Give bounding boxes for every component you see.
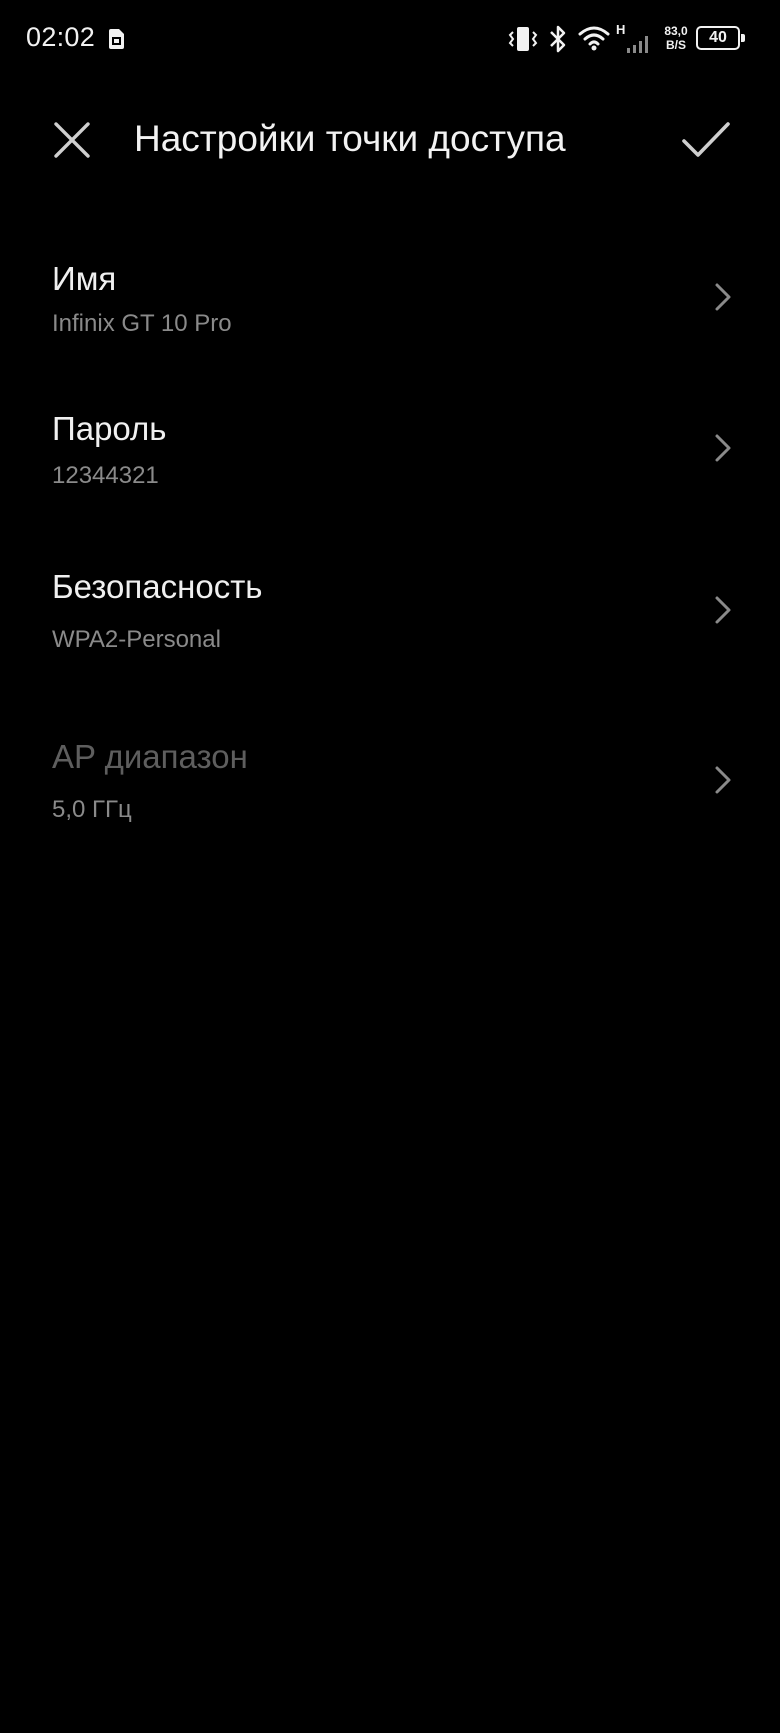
chevron-right-icon xyxy=(715,596,731,624)
setting-value: 5,0 ГГц xyxy=(52,796,132,823)
setting-label: Имя xyxy=(52,260,117,297)
sim-card-icon xyxy=(109,29,124,49)
setting-label: Безопасность xyxy=(52,568,263,605)
close-icon xyxy=(54,122,90,158)
vibrate-icon xyxy=(508,27,538,51)
setting-label: Пароль xyxy=(52,410,167,447)
chevron-right-icon xyxy=(715,434,731,462)
title-bar: Настройки точки доступа xyxy=(0,100,780,180)
setting-item-name[interactable]: Имя Infinix GT 10 Pro xyxy=(0,240,780,370)
setting-item-ap-band[interactable]: AP диапазон 5,0 ГГц xyxy=(0,720,780,850)
setting-label: AP диапазон xyxy=(52,738,248,775)
close-button[interactable] xyxy=(48,116,96,164)
screen: 02:02 H 83,0 B/S 40 Настройки точки дост… xyxy=(0,0,780,1733)
setting-item-security[interactable]: Безопасность WPA2-Personal xyxy=(0,550,780,680)
page-title: Настройки точки доступа xyxy=(134,118,566,159)
chevron-right-icon xyxy=(715,283,731,311)
mobile-signal: H xyxy=(616,22,652,54)
setting-value: Infinix GT 10 Pro xyxy=(52,310,232,337)
wifi-icon xyxy=(578,26,610,51)
status-time: 02:02 xyxy=(26,22,96,52)
setting-item-password[interactable]: Пароль 12344321 xyxy=(0,392,780,522)
network-speed-value: 83,0 xyxy=(664,24,688,38)
chevron-right-icon xyxy=(715,766,731,794)
network-type-label: H xyxy=(616,22,626,37)
setting-value: WPA2-Personal xyxy=(52,626,221,653)
confirm-button[interactable] xyxy=(678,114,734,166)
network-speed-unit: B/S xyxy=(665,38,686,52)
battery-tip xyxy=(741,34,745,42)
setting-value: 12344321 xyxy=(52,462,159,489)
battery-level: 40 xyxy=(709,29,727,46)
signal-icon xyxy=(627,36,648,53)
bluetooth-icon xyxy=(550,25,566,53)
battery-icon: 40 xyxy=(696,26,746,50)
check-icon xyxy=(682,122,730,157)
network-speed: 83,0 B/S xyxy=(660,24,692,58)
status-bar: 02:02 H 83,0 B/S 40 xyxy=(0,0,780,80)
